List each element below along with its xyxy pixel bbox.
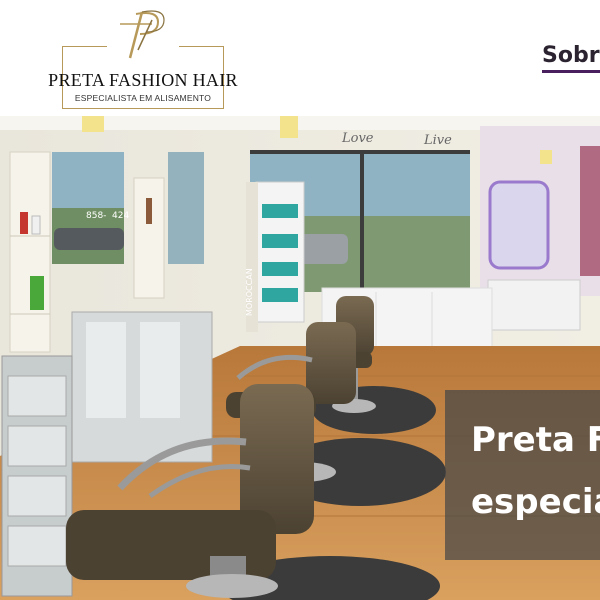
hero-caption-line1: Preta F bbox=[471, 420, 600, 460]
site-header: PRETA FASHION HAIR ESPECIALISTA EM ALISA… bbox=[0, 0, 600, 116]
nav-active-underline bbox=[542, 70, 600, 73]
hero-banner: Love Live 858- 424 MOROCCAN Preta F espe… bbox=[0, 116, 600, 600]
wall-script-live: Live bbox=[423, 133, 452, 148]
logo-tagline: ESPECIALISTA EM ALISAMENTO bbox=[74, 93, 212, 103]
wall-script-love: Love bbox=[341, 131, 374, 146]
nav-link-sobre[interactable]: Sobr bbox=[542, 43, 600, 68]
shelf-brand-text: MOROCCAN bbox=[245, 268, 254, 316]
brand-logo[interactable]: PRETA FASHION HAIR ESPECIALISTA EM ALISA… bbox=[38, 6, 248, 110]
logo-name: PRETA FASHION HAIR bbox=[48, 70, 238, 90]
hero-caption-line2: especia bbox=[471, 482, 600, 522]
hero-caption-box: Preta F especia bbox=[445, 390, 600, 560]
window-phone-text: 858- bbox=[86, 211, 106, 221]
window-phone-suffix: 424 bbox=[112, 211, 129, 221]
